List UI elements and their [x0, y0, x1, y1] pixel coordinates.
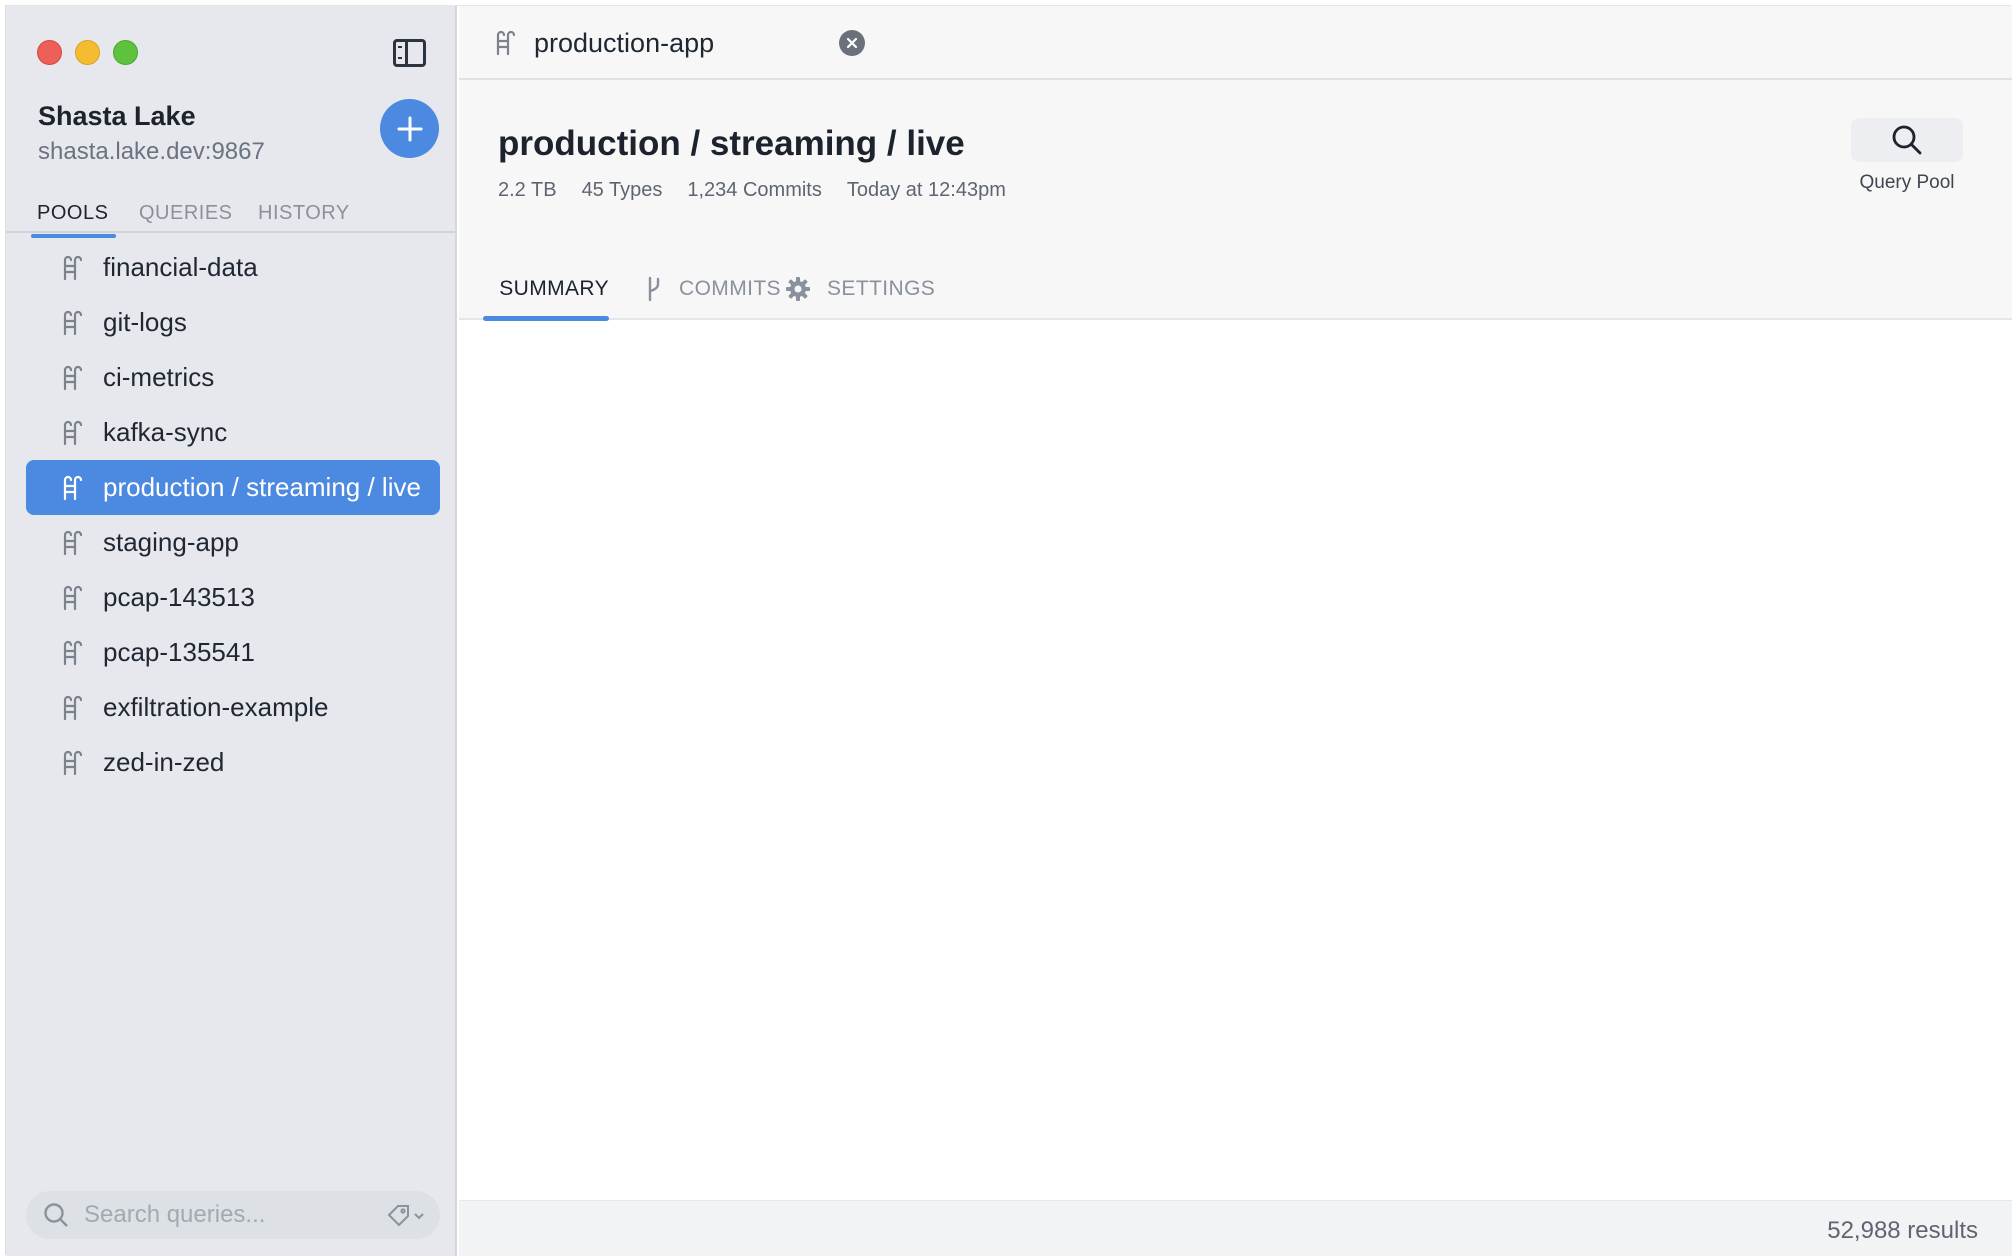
sidebar: Shasta Lake shasta.lake.dev:9867 POOLS Q… — [6, 6, 457, 1256]
tab-commits-label: COMMITS — [679, 277, 781, 300]
query-pool-button[interactable] — [1851, 118, 1963, 162]
query-pool-label: Query Pool — [1859, 172, 1955, 193]
pool-meta: 2.2 TB 45 Types 1,234 Commits Today at 1… — [498, 179, 1006, 202]
pool-list-item[interactable]: ci-metrics — [26, 350, 440, 405]
pool-label: kafka-sync — [103, 417, 228, 447]
query-search — [26, 1191, 440, 1239]
search-icon — [1892, 125, 1922, 155]
pool-icon — [63, 420, 83, 445]
pool-list: financial-data git-logs ci-metrics kafka-sy… — [26, 240, 440, 790]
pool-label: exfiltration-example — [103, 692, 329, 722]
pool-icon — [63, 640, 83, 665]
pool-icon — [63, 310, 83, 335]
pool-icon — [63, 255, 83, 280]
minimize-window-button[interactable] — [75, 40, 100, 65]
pool-list-item[interactable]: production / streaming / live — [26, 460, 440, 515]
pool-icon — [63, 695, 83, 720]
pool-commits: 1,234 Commits — [687, 179, 822, 201]
zoom-window-button[interactable] — [113, 40, 138, 65]
pool-label: staging-app — [103, 527, 239, 557]
pool-header: production / streaming / live 2.2 TB 45 … — [459, 80, 2012, 321]
tab-commits[interactable]: COMMITS — [645, 258, 781, 320]
document-tab[interactable]: production-app — [459, 6, 879, 80]
view-tabs: SUMMARY COMMITS SETTINGS — [459, 258, 2012, 321]
page-title: production / streaming / live — [498, 124, 965, 163]
pool-updated: Today at 12:43pm — [846, 179, 1006, 201]
pool-label: git-logs — [103, 307, 187, 337]
close-icon — [846, 37, 858, 49]
search-input[interactable] — [84, 1201, 374, 1229]
pool-list-item[interactable]: git-logs — [26, 295, 440, 350]
result-count: 52,988 results — [1827, 1217, 1978, 1244]
pool-label: pcap-143513 — [103, 582, 255, 612]
tab-summary[interactable]: SUMMARY — [483, 258, 609, 321]
pool-icon — [496, 30, 516, 56]
pool-icon — [63, 530, 83, 555]
pool-list-item[interactable]: kafka-sync — [26, 405, 440, 460]
tab-settings[interactable]: SETTINGS — [785, 258, 935, 320]
main-panel: production-app production / streaming / … — [459, 6, 2012, 1256]
pool-list-item[interactable]: pcap-143513 — [26, 570, 440, 625]
gear-icon — [786, 277, 810, 301]
tab-settings-label: SETTINGS — [827, 277, 936, 300]
status-bar: 52,988 results — [459, 1200, 2012, 1256]
pool-icon — [63, 475, 83, 500]
summary-content — [459, 322, 2012, 1206]
pool-types: 45 Types — [581, 179, 663, 201]
pool-list-item[interactable]: zed-in-zed — [26, 735, 440, 790]
tab-queries[interactable]: QUERIES — [139, 202, 233, 225]
pool-label: production / streaming / live — [103, 472, 421, 502]
pool-label: pcap-135541 — [103, 637, 255, 667]
pool-label: financial-data — [103, 252, 258, 282]
pool-icon — [63, 585, 83, 610]
close-window-button[interactable] — [37, 40, 62, 65]
plus-icon — [397, 116, 422, 141]
pool-label: ci-metrics — [103, 362, 215, 392]
pool-list-item[interactable]: pcap-135541 — [26, 625, 440, 680]
pool-label: zed-in-zed — [103, 747, 225, 777]
document-tab-label: production-app — [534, 27, 715, 58]
sidebar-toggle-icon[interactable] — [393, 39, 426, 67]
tab-pools[interactable]: POOLS — [30, 202, 117, 238]
tag-filter-icon[interactable] — [386, 1203, 428, 1227]
lake-name: Shasta Lake — [38, 101, 196, 131]
branch-icon — [648, 276, 660, 302]
tab-close-button[interactable] — [839, 30, 865, 56]
tab-bar: production-app — [459, 6, 2012, 80]
lake-host: shasta.lake.dev:9867 — [38, 138, 265, 165]
sidebar-tabs: POOLS QUERIES HISTORY — [6, 196, 455, 238]
add-pool-button[interactable] — [380, 99, 439, 158]
pool-list-item[interactable]: exfiltration-example — [26, 680, 440, 735]
tab-summary-label: SUMMARY — [499, 277, 609, 300]
pool-icon — [63, 750, 83, 775]
pool-icon — [63, 365, 83, 390]
tab-history[interactable]: HISTORY — [258, 202, 350, 225]
pool-list-item[interactable]: financial-data — [26, 240, 440, 295]
pool-list-item[interactable]: staging-app — [26, 515, 440, 570]
pool-size: 2.2 TB — [498, 179, 557, 201]
search-icon — [44, 1203, 68, 1227]
window-controls — [37, 40, 138, 65]
app-window: Shasta Lake shasta.lake.dev:9867 POOLS Q… — [5, 5, 2012, 1256]
